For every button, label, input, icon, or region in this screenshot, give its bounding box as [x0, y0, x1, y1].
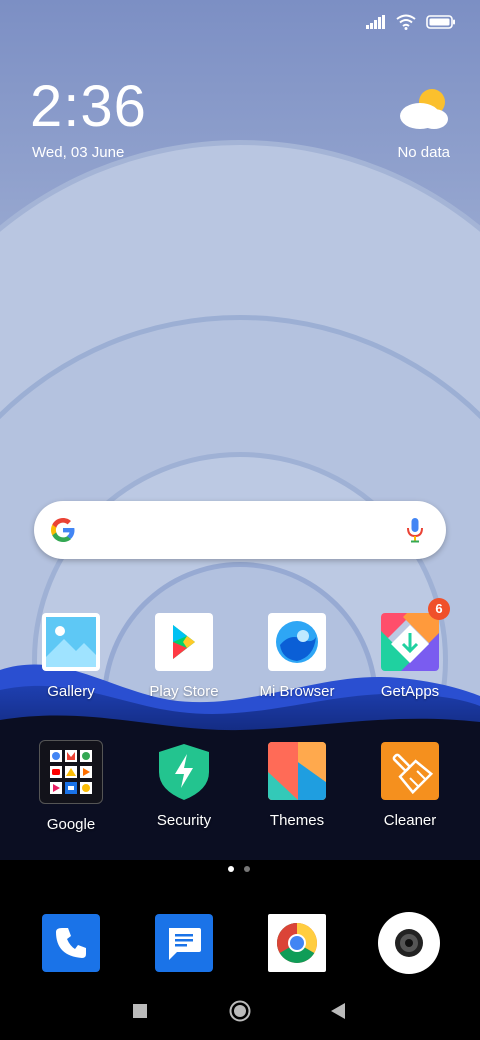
home-circle-icon[interactable] — [229, 1000, 251, 1022]
page-dot — [244, 866, 250, 872]
app-cleaner[interactable]: Cleaner — [360, 742, 460, 829]
play-store-icon — [155, 613, 213, 671]
back-triangle-icon[interactable] — [331, 1003, 345, 1019]
battery-icon — [426, 15, 455, 29]
app-gallery[interactable]: Gallery — [21, 613, 121, 700]
navigation-bar — [0, 990, 480, 1034]
app-label: Cleaner — [383, 812, 437, 829]
cleaner-icon — [381, 742, 439, 800]
app-security[interactable]: Security — [134, 742, 234, 829]
weather-label[interactable]: No data — [397, 144, 450, 161]
dock-chrome[interactable] — [268, 914, 326, 972]
gallery-icon — [42, 613, 100, 671]
phone-icon — [42, 914, 100, 972]
status-bar — [366, 12, 456, 32]
app-label: Mi Browser — [259, 683, 335, 700]
app-label: GetApps — [380, 683, 440, 700]
themes-icon — [268, 742, 326, 800]
app-label: Themes — [269, 812, 325, 829]
getapps-icon — [381, 613, 439, 671]
notification-badge: 6 — [428, 598, 450, 620]
app-label: Google — [46, 816, 96, 833]
google-g-icon — [51, 518, 75, 542]
clock-time[interactable]: 2:36 — [30, 78, 147, 136]
app-mi-browser[interactable]: Mi Browser — [247, 613, 347, 700]
partly-cloudy-icon[interactable] — [396, 86, 450, 134]
dock-messages[interactable] — [155, 914, 213, 972]
chrome-icon — [268, 914, 326, 972]
recents-square-icon[interactable] — [133, 1004, 147, 1018]
camera-icon — [378, 912, 440, 974]
dock-camera[interactable] — [378, 912, 440, 974]
clock-date[interactable]: Wed, 03 June — [32, 144, 124, 161]
mi-browser-icon — [268, 613, 326, 671]
messages-icon — [155, 914, 213, 972]
app-getapps[interactable]: 6 GetApps — [360, 598, 460, 700]
security-icon — [155, 742, 213, 800]
page-dot-active — [228, 866, 234, 872]
wifi-icon — [396, 14, 416, 30]
app-label: Play Store — [149, 683, 219, 700]
app-google-folder[interactable]: Google — [21, 740, 121, 833]
page-indicator — [228, 866, 250, 872]
app-label: Gallery — [47, 683, 95, 700]
google-folder-icon — [39, 740, 103, 804]
app-play-store[interactable]: Play Store — [134, 613, 234, 700]
app-themes[interactable]: Themes — [247, 742, 347, 829]
google-search-bar[interactable] — [34, 501, 446, 559]
mic-icon[interactable] — [406, 517, 424, 543]
dock-phone[interactable] — [42, 914, 100, 972]
app-label: Security — [156, 812, 212, 829]
signal-icon — [366, 15, 385, 29]
